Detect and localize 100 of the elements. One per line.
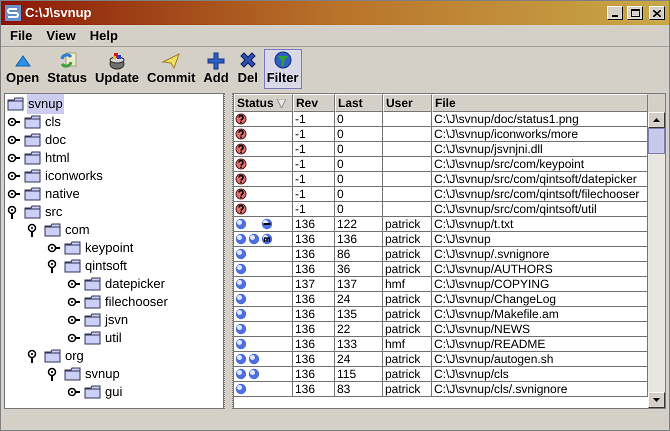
table-cell: C:\J\svnup/ChangeLog — [432, 292, 648, 307]
tree-item[interactable]: jsvn — [104, 310, 130, 330]
collapsed-handle-icon[interactable] — [67, 331, 81, 345]
question-mark-icon — [235, 188, 247, 200]
app-logo-icon — [5, 5, 21, 21]
folder-icon — [24, 115, 42, 129]
table-cell: 136 — [293, 322, 335, 337]
table-cell: C:\J\svnup/COPYING — [432, 277, 648, 292]
tree-item[interactable]: html — [44, 148, 71, 168]
table-cell: -1 — [293, 157, 335, 172]
scroll-down-button[interactable] — [648, 392, 665, 408]
collapsed-handle-icon[interactable] — [7, 133, 21, 147]
table-cell: 136 — [293, 292, 335, 307]
ball-icon — [235, 308, 247, 320]
ball-icon — [235, 218, 247, 230]
table-cell: C:\J\svnup/src/com/keypoint — [432, 157, 648, 172]
table-cell: 136 — [293, 262, 335, 277]
menu-item[interactable]: View — [41, 26, 81, 46]
toolbar-button[interactable]: Update — [92, 49, 142, 89]
column-header[interactable]: File — [432, 94, 648, 112]
folder-icon — [84, 295, 102, 309]
menu-item[interactable]: File — [5, 26, 38, 46]
table-cell: hmf — [383, 277, 432, 292]
table-cell: 0 — [335, 127, 383, 142]
table-cell: patrick — [383, 352, 432, 367]
up-caret-icon — [653, 118, 660, 122]
add-icon — [205, 50, 228, 70]
tree-item[interactable]: qintsoft — [84, 256, 128, 276]
column-header[interactable]: Status — [234, 94, 293, 112]
menu-item[interactable]: Help — [84, 26, 123, 46]
tree-item[interactable]: svnup — [27, 94, 64, 114]
tree-item[interactable]: gui — [104, 382, 124, 402]
tree-item[interactable]: cls — [44, 112, 62, 132]
table-cell: 0 — [335, 112, 383, 127]
folder-icon — [84, 313, 102, 327]
collapsed-handle-icon[interactable] — [67, 295, 81, 309]
table-cell — [383, 187, 432, 202]
toolbar-button[interactable]: Status — [44, 49, 90, 89]
collapsed-handle-icon[interactable] — [47, 241, 61, 255]
ball-icon — [248, 368, 260, 380]
scroll-up-button[interactable] — [648, 112, 665, 128]
toolbar-button[interactable]: Add — [200, 49, 232, 89]
tree-item[interactable]: iconworks — [44, 166, 104, 186]
table-cell: patrick — [383, 382, 432, 397]
table-cell: C:\J\svnup/cls — [432, 367, 648, 382]
question-mark-icon — [235, 158, 247, 170]
table-cell: 0 — [335, 187, 383, 202]
column-header[interactable]: User — [383, 94, 432, 112]
table-cell: C:\J\svnup/doc/status1.png — [432, 112, 648, 127]
collapsed-handle-icon[interactable] — [67, 277, 81, 291]
toolbar-button[interactable]: Commit — [144, 49, 198, 89]
column-header[interactable]: Rev — [293, 94, 335, 112]
table-cell: 136 — [293, 382, 335, 397]
tree-item[interactable]: svnup — [84, 364, 121, 384]
table-cell: 115 — [335, 367, 383, 382]
collapsed-handle-icon[interactable] — [7, 151, 21, 165]
close-button[interactable] — [649, 6, 665, 20]
tree-item[interactable]: doc — [44, 130, 67, 150]
scroll-thumb[interactable] — [648, 128, 665, 154]
ball-icon — [248, 353, 260, 365]
table-cell: 136 — [293, 217, 335, 232]
tree-item[interactable]: util — [104, 328, 123, 348]
question-mark-icon — [235, 143, 247, 155]
table-cell: 136 — [293, 352, 335, 367]
table-cell: C:\J\svnup/README — [432, 337, 648, 352]
table-cell: 122 — [335, 217, 383, 232]
ball-icon — [248, 233, 260, 245]
question-mark-icon — [235, 113, 247, 125]
collapsed-handle-icon[interactable] — [67, 385, 81, 399]
column-header[interactable]: Last — [335, 94, 383, 112]
toolbar-button[interactable]: Del — [234, 49, 262, 89]
minimize-button[interactable] — [607, 6, 623, 20]
folder-icon — [64, 259, 82, 273]
tree-item[interactable]: filechooser — [104, 292, 169, 312]
tree-item[interactable]: org — [64, 346, 85, 366]
ball-icon — [235, 248, 247, 260]
table-cell: 136 — [293, 307, 335, 322]
table-cell: -1 — [293, 172, 335, 187]
collapsed-handle-icon[interactable] — [7, 169, 21, 183]
maximize-button[interactable] — [627, 6, 643, 20]
collapsed-handle-icon[interactable] — [7, 187, 21, 201]
table-cell: 36 — [335, 262, 383, 277]
tree-item[interactable]: src — [44, 202, 64, 222]
table-cell — [383, 127, 432, 142]
question-mark-icon — [235, 173, 247, 185]
table-cell: 136 — [293, 337, 335, 352]
table-cell — [383, 142, 432, 157]
table-cell: 136 — [293, 247, 335, 262]
toolbar-button[interactable]: Filter — [264, 49, 302, 89]
tree-item[interactable]: com — [64, 220, 91, 240]
scrollbar[interactable] — [648, 112, 665, 408]
collapsed-handle-icon[interactable] — [67, 313, 81, 327]
tree-item[interactable]: keypoint — [84, 238, 134, 258]
toolbar-button[interactable]: Open — [3, 49, 42, 89]
tree-item[interactable]: datepicker — [104, 274, 166, 294]
collapsed-handle-icon[interactable] — [7, 115, 21, 129]
folder-icon — [64, 367, 82, 381]
ball-icon — [235, 338, 247, 350]
table-cell: C:\J\svnup — [432, 232, 648, 247]
tree-item[interactable]: native — [44, 184, 81, 204]
